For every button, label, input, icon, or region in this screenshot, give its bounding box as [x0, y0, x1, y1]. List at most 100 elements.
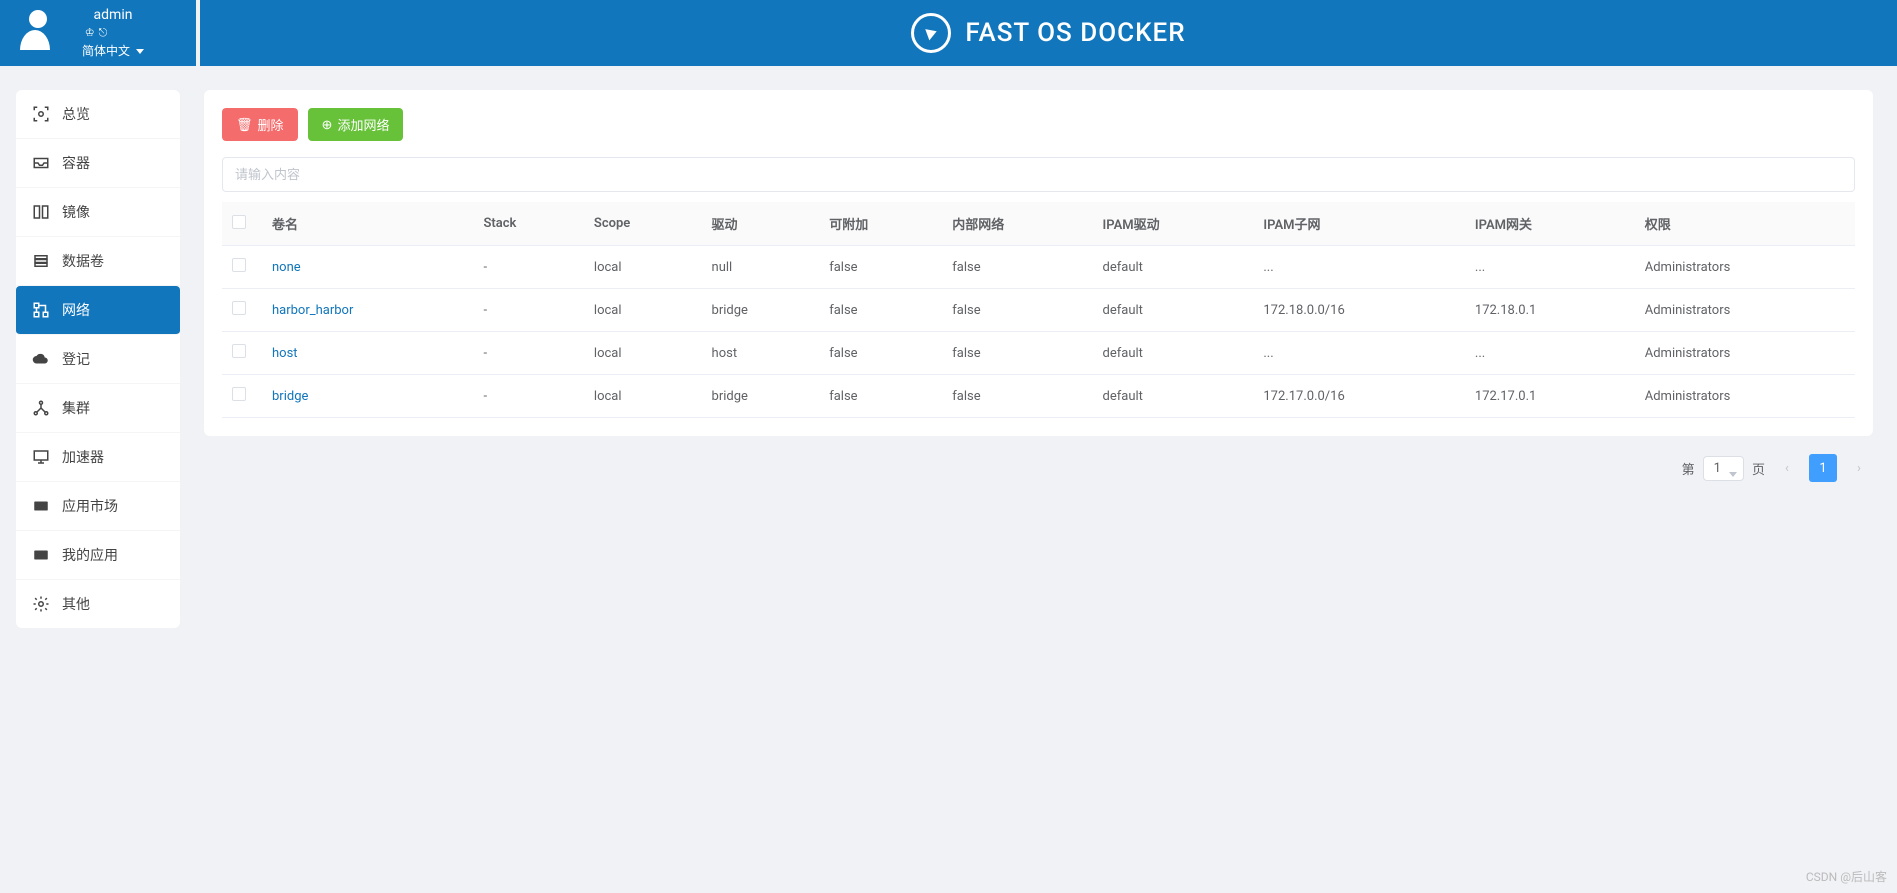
inbox-icon	[32, 154, 50, 172]
user-action-icons[interactable]: ♔⎋	[85, 26, 112, 40]
sidebar-item-inbox[interactable]: 容器	[16, 139, 180, 188]
cell-ipam-gateway: 172.18.0.1	[1465, 289, 1635, 332]
sidebar-item-label: 应用市场	[62, 496, 118, 516]
language-selector[interactable]: 简体中文	[82, 42, 144, 59]
cell-stack: -	[473, 375, 583, 418]
cell-attachable: false	[819, 246, 942, 289]
sidebar-item-label: 其他	[62, 594, 90, 614]
cell-ipam-subnet: 172.17.0.0/16	[1253, 375, 1465, 418]
delete-button[interactable]: 🗑 删除	[222, 108, 298, 141]
cell-ipam-driver: default	[1093, 332, 1254, 375]
cell-stack: -	[473, 246, 583, 289]
sidebar-item-scan[interactable]: 总览	[16, 90, 180, 139]
app-title: FAST OS DOCKER	[965, 18, 1185, 48]
row-checkbox[interactable]	[232, 258, 246, 272]
next-page-button[interactable]: ›	[1845, 454, 1873, 482]
cloud-icon	[32, 350, 50, 368]
cell-attachable: false	[819, 332, 942, 375]
sidebar-item-network[interactable]: 网络	[16, 286, 180, 335]
sidebar-item-label: 登记	[62, 349, 90, 369]
sidebar-item-database[interactable]: 数据卷	[16, 237, 180, 286]
column-header: IPAM网关	[1465, 202, 1635, 246]
cluster-icon	[32, 399, 50, 417]
cell-permission: Administrators	[1635, 332, 1855, 375]
cell-driver: bridge	[702, 375, 820, 418]
cell-ipam-subnet: 172.18.0.0/16	[1253, 289, 1465, 332]
myapp-icon	[32, 546, 50, 564]
row-checkbox[interactable]	[232, 344, 246, 358]
column-header: 内部网络	[942, 202, 1092, 246]
main-panel: 🗑 删除 ⊕ 添加网络 卷名StackScope驱动可附加内部网络IPAM驱动I…	[204, 90, 1873, 436]
pager-prefix: 第	[1682, 459, 1695, 478]
column-header: 可附加	[819, 202, 942, 246]
cell-stack: -	[473, 289, 583, 332]
monitor-icon	[32, 448, 50, 466]
chevron-down-icon	[136, 43, 144, 57]
search-input[interactable]	[222, 157, 1855, 192]
cell-internal: false	[942, 375, 1092, 418]
table-row: harbor_harbor-localbridgefalsefalsedefau…	[222, 289, 1855, 332]
cell-ipam-gateway: ...	[1465, 332, 1635, 375]
cell-driver: bridge	[702, 289, 820, 332]
column-header: IPAM驱动	[1093, 202, 1254, 246]
avatar	[20, 10, 56, 54]
sidebar-item-label: 我的应用	[62, 545, 118, 565]
prev-page-button[interactable]: ‹	[1773, 454, 1801, 482]
cell-stack: -	[473, 332, 583, 375]
cell-scope: local	[584, 375, 702, 418]
gear-icon	[32, 595, 50, 613]
sidebar-item-app[interactable]: 应用市场	[16, 482, 180, 531]
sidebar-item-cluster[interactable]: 集群	[16, 384, 180, 433]
username: admin	[94, 7, 133, 24]
column-header: Scope	[584, 202, 702, 246]
cell-ipam-driver: default	[1093, 375, 1254, 418]
sidebar: 总览容器镜像数据卷网络登记集群加速器应用市场我的应用其他	[0, 66, 196, 628]
cell-ipam-driver: default	[1093, 289, 1254, 332]
sidebar-item-mirror[interactable]: 镜像	[16, 188, 180, 237]
sidebar-item-monitor[interactable]: 加速器	[16, 433, 180, 482]
network-name-link[interactable]: host	[272, 346, 298, 361]
page-select[interactable]: 1	[1703, 456, 1744, 481]
row-checkbox[interactable]	[232, 301, 246, 315]
cell-attachable: false	[819, 375, 942, 418]
add-label: 添加网络	[337, 115, 389, 134]
trash-icon: 🗑	[236, 117, 253, 133]
select-all-checkbox[interactable]	[232, 215, 246, 229]
pager-suffix: 页	[1752, 459, 1765, 478]
sidebar-item-label: 容器	[62, 153, 90, 173]
cell-scope: local	[584, 332, 702, 375]
table-row: host-localhostfalsefalsedefault......Adm…	[222, 332, 1855, 375]
row-checkbox[interactable]	[232, 387, 246, 401]
cell-ipam-gateway: 172.17.0.1	[1465, 375, 1635, 418]
add-network-button[interactable]: ⊕ 添加网络	[308, 108, 404, 141]
user-icon[interactable]: ♔	[85, 26, 99, 39]
network-name-link[interactable]: harbor_harbor	[272, 303, 353, 318]
cell-ipam-subnet: ...	[1253, 246, 1465, 289]
cell-internal: false	[942, 289, 1092, 332]
header-brand: FAST OS DOCKER	[200, 0, 1897, 66]
sidebar-item-label: 数据卷	[62, 251, 104, 271]
cell-driver: host	[702, 332, 820, 375]
sidebar-item-gear[interactable]: 其他	[16, 580, 180, 628]
sidebar-item-myapp[interactable]: 我的应用	[16, 531, 180, 580]
header-user-panel: admin ♔⎋ 简体中文	[0, 0, 196, 66]
network-name-link[interactable]: bridge	[272, 389, 308, 404]
cell-attachable: false	[819, 289, 942, 332]
column-header: 驱动	[702, 202, 820, 246]
logout-icon[interactable]: ⎋	[99, 26, 112, 39]
cell-permission: Administrators	[1635, 246, 1855, 289]
network-name-link[interactable]: none	[272, 260, 301, 275]
table-row: bridge-localbridgefalsefalsedefault172.1…	[222, 375, 1855, 418]
cell-internal: false	[942, 332, 1092, 375]
language-label: 简体中文	[82, 42, 130, 59]
cell-internal: false	[942, 246, 1092, 289]
logo-icon	[911, 13, 951, 53]
app-icon	[32, 497, 50, 515]
sidebar-item-cloud[interactable]: 登记	[16, 335, 180, 384]
column-header: 卷名	[262, 202, 473, 246]
database-icon	[32, 252, 50, 270]
mirror-icon	[32, 203, 50, 221]
page-number[interactable]: 1	[1809, 454, 1837, 482]
sidebar-item-label: 集群	[62, 398, 90, 418]
cell-ipam-subnet: ...	[1253, 332, 1465, 375]
